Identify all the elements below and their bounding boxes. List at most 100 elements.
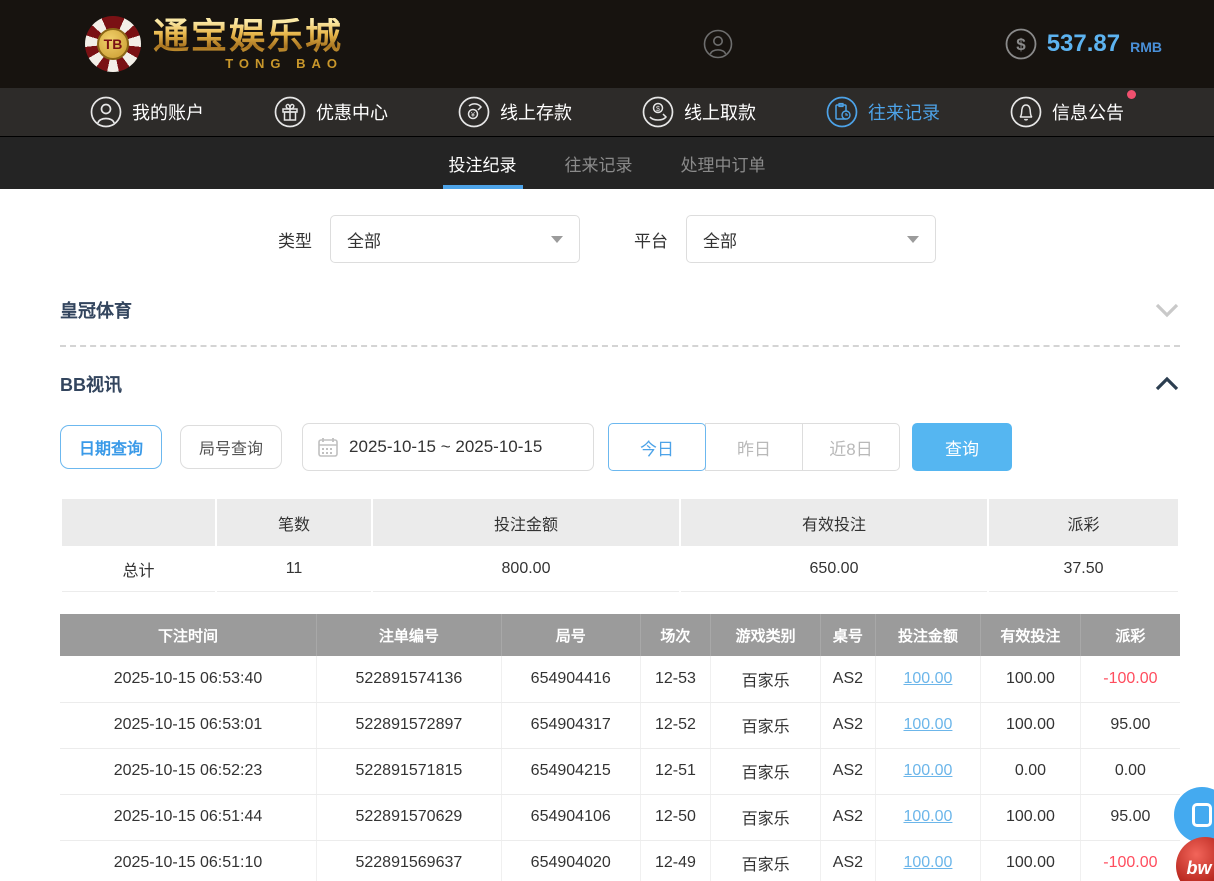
summary-count: 11 [217, 546, 371, 592]
round-query-button[interactable]: 局号查询 [180, 425, 282, 469]
col-header-bet-time: 下注时间 [60, 614, 316, 656]
date-query-button[interactable]: 日期查询 [60, 425, 162, 469]
platform-filter-label: 平台 [634, 227, 668, 252]
summary-header-blank [62, 499, 215, 546]
summary-header-count: 笔数 [217, 499, 371, 546]
table-row: 2025-10-15 06:52:23522891571815654904215… [60, 748, 1180, 794]
cell-round-id: 654904106 [501, 794, 640, 840]
platform-select[interactable]: 全部 [686, 215, 936, 263]
col-header-session: 场次 [640, 614, 711, 656]
cell-round-id: 654904317 [501, 702, 640, 748]
brand-float-button[interactable]: bw [1176, 837, 1214, 881]
cell-payout: -100.00 [1080, 840, 1180, 881]
cell-bet-amount: 100.00 [875, 748, 980, 794]
chevron-down-icon [551, 236, 563, 243]
gift-icon [274, 96, 306, 128]
top-bar: TB 通宝娱乐城 TONG BAO $ 537.87 RMB [0, 0, 1214, 88]
query-controls: 日期查询 局号查询 2025-10-15 ~ 2025-10-15 今日 昨日 … [60, 423, 1180, 471]
bet-table-body: 2025-10-15 06:53:40522891574136654904416… [60, 656, 1180, 881]
nav-item-promotions[interactable]: 优惠中心 [274, 96, 388, 128]
cell-bet-time: 2025-10-15 06:51:10 [60, 840, 316, 881]
bell-icon [1010, 96, 1042, 128]
chevron-down-icon [907, 236, 919, 243]
cell-bet-amount: 100.00 [875, 840, 980, 881]
col-header-table-no: 桌号 [820, 614, 875, 656]
tab-transaction-records[interactable]: 往来记录 [563, 137, 635, 189]
quick-yesterday-button[interactable]: 昨日 [705, 423, 803, 471]
table-row: 2025-10-15 06:53:40522891574136654904416… [60, 656, 1180, 702]
section-divider [60, 345, 1180, 347]
poker-chip-icon: TB [85, 16, 141, 72]
cell-bet-id: 522891571815 [316, 748, 501, 794]
chevron-up-icon[interactable] [1154, 376, 1180, 392]
site-logo[interactable]: TB 通宝娱乐城 TONG BAO [85, 16, 343, 72]
nav-item-deposit[interactable]: ¥ 线上存款 [458, 96, 572, 128]
nav-item-my-account[interactable]: 我的账户 [90, 96, 204, 128]
cell-bet-amount: 100.00 [875, 656, 980, 702]
col-header-bet-amount: 投注金额 [875, 614, 980, 656]
type-select[interactable]: 全部 [330, 215, 580, 263]
deposit-icon: ¥ [458, 96, 490, 128]
withdraw-icon: $ [642, 96, 674, 128]
cell-round-id: 654904416 [501, 656, 640, 702]
bet-amount-link[interactable]: 100.00 [903, 854, 952, 871]
chat-icon [1192, 803, 1212, 827]
site-title: 通宝娱乐城 [153, 18, 343, 54]
cell-bet-time: 2025-10-15 06:52:23 [60, 748, 316, 794]
section-bb-live[interactable]: BB视讯 [60, 371, 1180, 397]
summary-header-bet-amount: 投注金额 [373, 499, 679, 546]
cell-game-type: 百家乐 [711, 656, 821, 702]
balance-display[interactable]: $ 537.87 RMB [1005, 28, 1162, 60]
cell-table-no: AS2 [820, 794, 875, 840]
cell-table-no: AS2 [820, 702, 875, 748]
cell-payout: -100.00 [1080, 656, 1180, 702]
date-range-picker[interactable]: 2025-10-15 ~ 2025-10-15 [302, 423, 594, 471]
cell-bet-id: 522891574136 [316, 656, 501, 702]
table-row: 2025-10-15 06:53:01522891572897654904317… [60, 702, 1180, 748]
cell-bet-time: 2025-10-15 06:51:44 [60, 794, 316, 840]
bet-amount-link[interactable]: 100.00 [903, 716, 952, 733]
cell-session: 12-52 [640, 702, 711, 748]
svg-text:$: $ [1016, 35, 1026, 54]
cell-game-type: 百家乐 [711, 702, 821, 748]
tab-bet-records[interactable]: 投注纪录 [447, 137, 519, 189]
cell-payout: 95.00 [1080, 702, 1180, 748]
search-button[interactable]: 查询 [912, 423, 1012, 471]
summary-payout: 37.50 [989, 546, 1178, 592]
cell-session: 12-49 [640, 840, 711, 881]
col-header-bet-id: 注单编号 [316, 614, 501, 656]
cell-valid-bet: 100.00 [981, 656, 1081, 702]
nav-item-announcements[interactable]: 信息公告 [1010, 96, 1124, 128]
col-header-payout: 派彩 [1080, 614, 1180, 656]
user-icon [90, 96, 122, 128]
tab-pending-orders[interactable]: 处理中订单 [679, 137, 768, 189]
cell-bet-id: 522891569637 [316, 840, 501, 881]
cell-bet-time: 2025-10-15 06:53:40 [60, 656, 316, 702]
quick-today-button[interactable]: 今日 [608, 423, 706, 471]
records-icon [826, 96, 858, 128]
bet-table-header-row: 下注时间注单编号局号场次游戏类别桌号投注金额有效投注派彩 [60, 614, 1180, 656]
summary-total-label: 总计 [62, 546, 215, 592]
section-title: BB视讯 [60, 371, 122, 397]
balance-amount: 537.87 [1047, 30, 1120, 58]
quick-last8days-button[interactable]: 近8日 [802, 423, 900, 471]
main-nav: 我的账户 优惠中心 ¥ 线上存款 $ 线上取款 [0, 88, 1214, 137]
summary-header-valid-bet: 有效投注 [681, 499, 987, 546]
brand-logo-icon: bw [1187, 858, 1212, 879]
nav-item-records[interactable]: 往来记录 [826, 96, 940, 128]
cell-valid-bet: 100.00 [981, 702, 1081, 748]
chevron-down-icon[interactable] [1154, 302, 1180, 318]
bet-amount-link[interactable]: 100.00 [903, 762, 952, 779]
cell-table-no: AS2 [820, 840, 875, 881]
user-icon [703, 29, 733, 59]
cell-game-type: 百家乐 [711, 840, 821, 881]
chat-float-button[interactable] [1174, 787, 1214, 843]
filter-row: 类型 全部 平台 全部 [0, 189, 1214, 283]
bet-amount-link[interactable]: 100.00 [903, 808, 952, 825]
cell-round-id: 654904020 [501, 840, 640, 881]
user-account[interactable] [703, 29, 941, 59]
summary-header-payout: 派彩 [989, 499, 1178, 546]
section-crown-sports[interactable]: 皇冠体育 [60, 283, 1180, 323]
bet-amount-link[interactable]: 100.00 [903, 670, 952, 687]
nav-item-withdraw[interactable]: $ 线上取款 [642, 96, 756, 128]
